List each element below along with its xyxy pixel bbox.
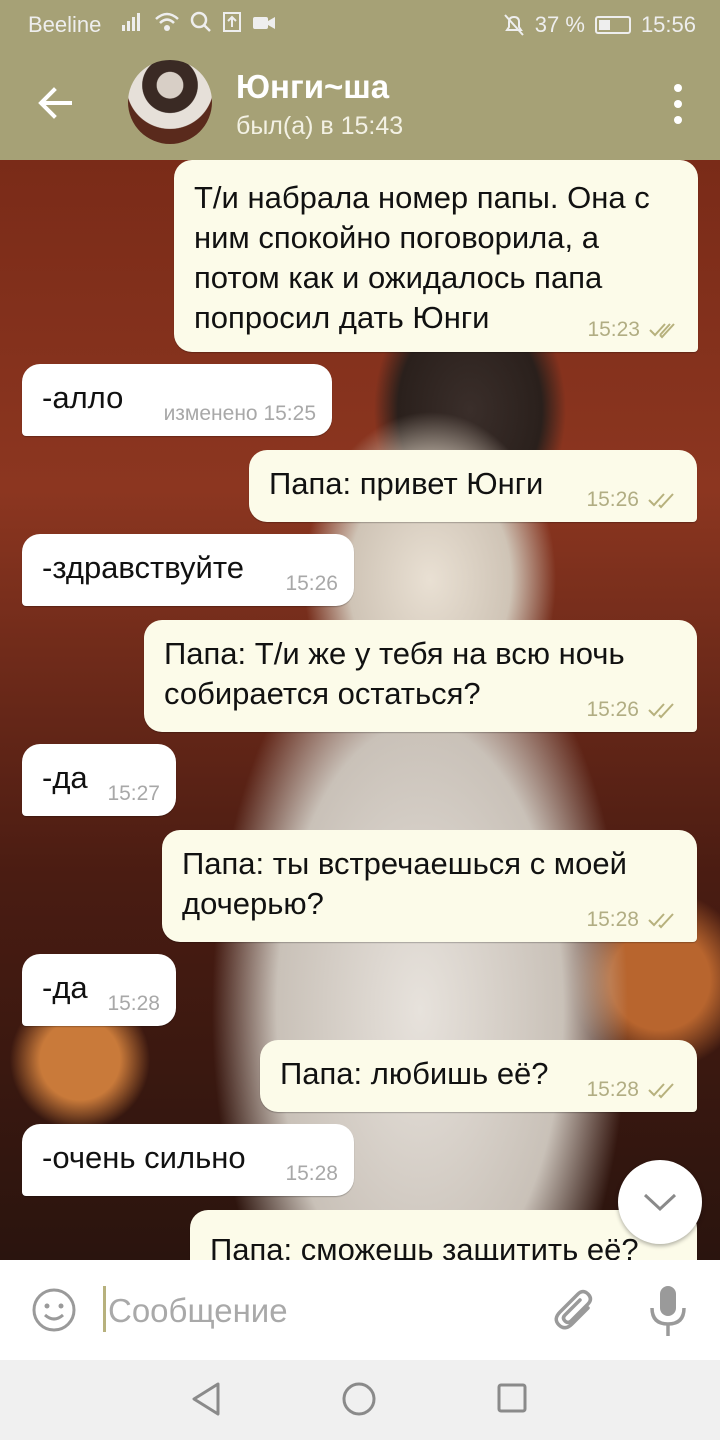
- status-bar: Beeline 37 % 15:56: [0, 0, 720, 50]
- message-bubble[interactable]: -да 15:27: [22, 744, 176, 816]
- message-time: 15:27: [107, 782, 160, 805]
- chat-header: Юнги~ша был(а) в 15:43: [0, 50, 720, 160]
- clock: 15:56: [640, 12, 696, 37]
- message-meta: 15:28: [107, 992, 160, 1016]
- message-text: -очень сильно: [42, 1140, 246, 1175]
- message-meta: 15:27: [107, 782, 160, 806]
- status-icons: [120, 11, 276, 33]
- text-cursor: [103, 1286, 106, 1332]
- back-arrow-icon[interactable]: [34, 82, 76, 124]
- message-bubble[interactable]: -здравствуйте 15:26: [22, 534, 354, 606]
- chat-area[interactable]: Т/и набрала номер папы. Она с ним спокой…: [0, 160, 720, 1260]
- nav-back-icon[interactable]: [188, 1380, 224, 1418]
- message-text: Папа: привет Юнги: [269, 466, 544, 501]
- message-meta: 15:23: [587, 318, 682, 342]
- mute-icon: [504, 14, 524, 36]
- message-input[interactable]: [108, 1288, 528, 1334]
- message-text: Папа: сможешь защитить её?: [210, 1232, 639, 1260]
- message-time: изменено 15:25: [163, 402, 316, 425]
- message-text: -здравствуйте: [42, 550, 244, 585]
- message-bubble[interactable]: Папа: ты встречаешься с моей дочерью? 15…: [162, 830, 697, 942]
- message-text: Папа: ты встречаешься с моей дочерью?: [182, 846, 627, 921]
- message-bubble[interactable]: Т/и набрала номер папы. Она с ним спокой…: [174, 160, 698, 352]
- message-bubble[interactable]: -алло изменено 15:25: [22, 364, 332, 436]
- message-time: 15:28: [107, 992, 160, 1015]
- message-time: 15:26: [586, 488, 639, 511]
- message-meta: 15:28: [586, 1078, 681, 1102]
- message-bubble[interactable]: -да 15:28: [22, 954, 176, 1026]
- message-text: Т/и набрала номер папы. Она с ним спокой…: [194, 180, 650, 335]
- video-icon: [253, 17, 275, 29]
- message-meta: 15:26: [285, 572, 338, 596]
- scroll-down-button[interactable]: [618, 1160, 702, 1244]
- double-check-icon: [648, 703, 674, 719]
- message-bubble[interactable]: Папа: любишь её? 15:28: [260, 1040, 697, 1112]
- avatar[interactable]: [128, 60, 212, 144]
- signal-icon: [122, 13, 140, 31]
- search-icon: [190, 11, 211, 32]
- message-bubble[interactable]: Папа: привет Юнги 15:26: [249, 450, 697, 522]
- message-time: 15:28: [586, 1078, 639, 1101]
- emoji-icon[interactable]: [30, 1286, 78, 1334]
- paperclip-icon[interactable]: [552, 1286, 598, 1336]
- more-options-icon[interactable]: [672, 84, 684, 124]
- wifi-icon: [155, 12, 179, 31]
- contact-name[interactable]: Юнги~ша: [236, 68, 389, 106]
- message-meta: изменено 15:25: [164, 402, 316, 426]
- message-bubble[interactable]: -очень сильно 15:28: [22, 1124, 354, 1196]
- microphone-icon[interactable]: [648, 1284, 688, 1338]
- chevron-down-icon: [643, 1193, 677, 1212]
- message-time: 15:28: [285, 1162, 338, 1185]
- double-check-icon: [648, 1083, 674, 1099]
- nav-home-icon[interactable]: [340, 1380, 378, 1418]
- message-composer: [0, 1260, 720, 1360]
- battery-percent: 37 %: [534, 12, 585, 37]
- nav-recents-icon[interactable]: [496, 1382, 528, 1414]
- double-check-icon: [648, 913, 674, 929]
- message-time: 15:23: [587, 318, 640, 341]
- message-time: 15:28: [586, 908, 639, 931]
- message-text: -алло: [42, 380, 124, 415]
- upload-icon: [223, 12, 241, 32]
- double-check-icon: [648, 493, 674, 509]
- carrier-name: Beeline: [28, 12, 102, 37]
- message-meta: 15:26: [586, 488, 681, 512]
- message-meta: 15:28: [586, 908, 681, 932]
- last-seen-status: был(а) в 15:43: [236, 112, 404, 140]
- message-time: 15:26: [285, 572, 338, 595]
- message-bubble[interactable]: Папа: Т/и же у тебя на всю ночь собирает…: [144, 620, 697, 732]
- message-time: 15:26: [586, 698, 639, 721]
- message-meta: 15:28: [285, 1162, 338, 1186]
- message-text: Папа: любишь её?: [280, 1056, 549, 1091]
- message-text: -да: [42, 760, 88, 795]
- message-meta: 15:26: [586, 698, 681, 722]
- message-text: Папа: Т/и же у тебя на всю ночь собирает…: [164, 636, 625, 711]
- battery-icon: [594, 16, 631, 34]
- system-nav-bar: [0, 1360, 720, 1440]
- double-check-icon: [649, 323, 675, 339]
- status-right: 37 % 15:56: [503, 12, 696, 38]
- message-text: -да: [42, 970, 88, 1005]
